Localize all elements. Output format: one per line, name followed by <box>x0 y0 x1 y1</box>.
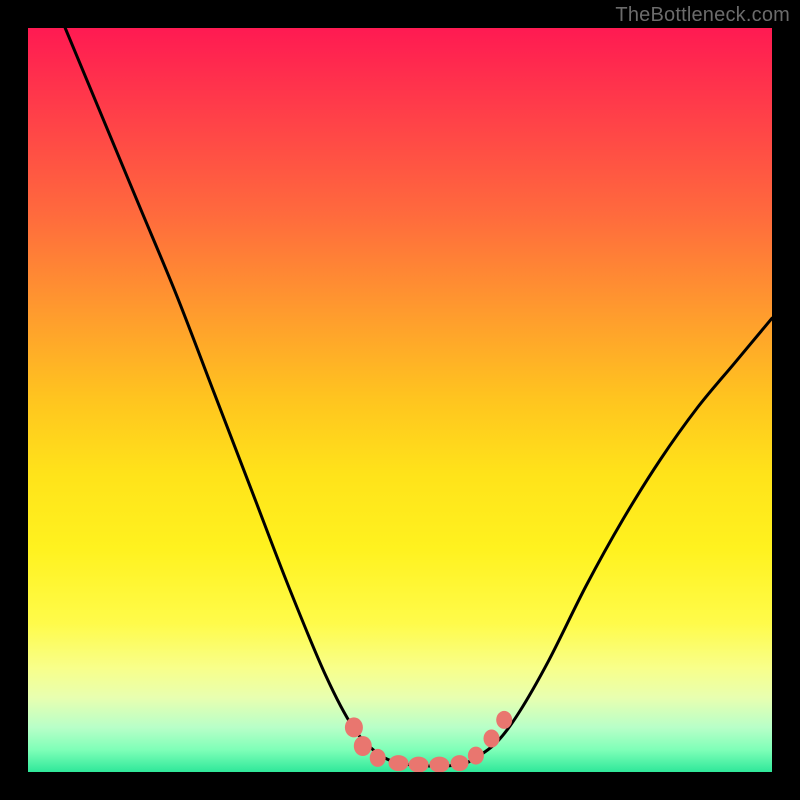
bottleneck-markers-group <box>345 711 512 772</box>
bottleneck-marker <box>429 757 449 772</box>
watermark-text: TheBottleneck.com <box>615 4 790 27</box>
bottleneck-marker <box>468 747 484 765</box>
chart-frame: TheBottleneck.com <box>0 0 800 800</box>
bottleneck-marker <box>451 755 469 771</box>
bottleneck-curve-line <box>65 28 772 766</box>
chart-svg <box>28 28 772 772</box>
bottleneck-marker <box>409 757 429 772</box>
bottleneck-marker <box>354 736 372 756</box>
bottleneck-marker <box>484 730 500 748</box>
bottleneck-marker <box>370 749 386 767</box>
chart-plot-area <box>28 28 772 772</box>
bottleneck-marker <box>389 755 409 771</box>
bottleneck-marker <box>345 717 363 737</box>
bottleneck-marker <box>496 711 512 729</box>
